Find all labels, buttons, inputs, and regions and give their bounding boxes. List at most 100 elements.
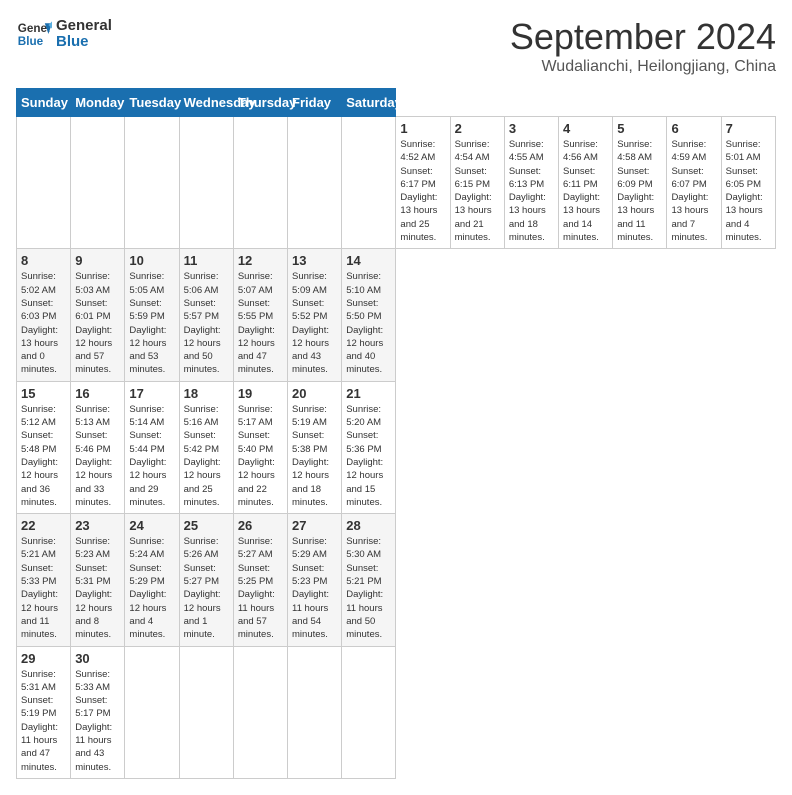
day-info: Sunrise: 5:33 AM Sunset: 5:17 PM Dayligh… [75, 668, 120, 774]
day-info: Sunrise: 5:23 AM Sunset: 5:31 PM Dayligh… [75, 535, 120, 641]
day-number: 25 [184, 518, 229, 533]
day-number: 7 [726, 121, 771, 136]
calendar-cell [342, 646, 396, 778]
calendar-cell: 11 Sunrise: 5:06 AM Sunset: 5:57 PM Dayli… [179, 249, 233, 381]
day-number: 27 [292, 518, 337, 533]
calendar-cell: 5 Sunrise: 4:58 AM Sunset: 6:09 PM Daylig… [613, 117, 667, 249]
day-info: Sunrise: 5:31 AM Sunset: 5:19 PM Dayligh… [21, 668, 66, 774]
calendar-cell: 23Sunrise: 5:23 AM Sunset: 5:31 PM Dayli… [71, 514, 125, 646]
day-info: Sunrise: 5:03 AM Sunset: 6:01 PM Dayligh… [75, 270, 120, 376]
day-number: 6 [671, 121, 716, 136]
day-info: Sunrise: 4:56 AM Sunset: 6:11 PM Dayligh… [563, 138, 608, 244]
calendar-cell: 3 Sunrise: 4:55 AM Sunset: 6:13 PM Daylig… [504, 117, 558, 249]
day-info: Sunrise: 5:14 AM Sunset: 5:44 PM Dayligh… [129, 403, 174, 509]
calendar-cell: 16 Sunrise: 5:13 AM Sunset: 5:46 PM Dayli… [71, 381, 125, 513]
calendar-cell: 1 Sunrise: 4:52 AM Sunset: 6:17 PM Daylig… [396, 117, 450, 249]
day-number: 13 [292, 253, 337, 268]
day-number: 11 [184, 253, 229, 268]
day-info: Sunrise: 5:05 AM Sunset: 5:59 PM Dayligh… [129, 270, 174, 376]
day-number: 5 [617, 121, 662, 136]
calendar-cell: 26 Sunrise: 5:27 AM Sunset: 5:25 PM Dayli… [233, 514, 287, 646]
calendar-cell: 15Sunrise: 5:12 AM Sunset: 5:48 PM Dayli… [17, 381, 71, 513]
calendar-cell: 27Sunrise: 5:29 AM Sunset: 5:23 PM Dayli… [288, 514, 342, 646]
day-info: Sunrise: 4:55 AM Sunset: 6:13 PM Dayligh… [509, 138, 554, 244]
day-info: Sunrise: 5:06 AM Sunset: 5:57 PM Dayligh… [184, 270, 229, 376]
day-number: 29 [21, 651, 66, 666]
day-info: Sunrise: 5:07 AM Sunset: 5:55 PM Dayligh… [238, 270, 283, 376]
day-info: Sunrise: 5:24 AM Sunset: 5:29 PM Dayligh… [129, 535, 174, 641]
day-number: 3 [509, 121, 554, 136]
day-info: Sunrise: 5:12 AM Sunset: 5:48 PM Dayligh… [21, 403, 66, 509]
day-number: 10 [129, 253, 174, 268]
calendar-cell: 25Sunrise: 5:26 AM Sunset: 5:27 PM Dayli… [179, 514, 233, 646]
col-saturday: Saturday [342, 89, 396, 117]
day-info: Sunrise: 5:01 AM Sunset: 6:05 PM Dayligh… [726, 138, 771, 244]
month-title: September 2024 [510, 16, 776, 58]
calendar-cell [179, 646, 233, 778]
calendar-cell: 6 Sunrise: 4:59 AM Sunset: 6:07 PM Daylig… [667, 117, 721, 249]
day-info: Sunrise: 5:19 AM Sunset: 5:38 PM Dayligh… [292, 403, 337, 509]
day-info: Sunrise: 4:52 AM Sunset: 6:17 PM Dayligh… [400, 138, 445, 244]
calendar-cell: 22Sunrise: 5:21 AM Sunset: 5:33 PM Dayli… [17, 514, 71, 646]
day-info: Sunrise: 5:09 AM Sunset: 5:52 PM Dayligh… [292, 270, 337, 376]
calendar-week-4: 22Sunrise: 5:21 AM Sunset: 5:33 PM Dayli… [17, 514, 776, 646]
col-thursday: Thursday [233, 89, 287, 117]
svg-text:Blue: Blue [18, 35, 44, 48]
calendar-cell: 28Sunrise: 5:30 AM Sunset: 5:21 PM Dayli… [342, 514, 396, 646]
calendar-cell [17, 117, 71, 249]
calendar-cell: 7 Sunrise: 5:01 AM Sunset: 6:05 PM Daylig… [721, 117, 775, 249]
calendar-cell: 10 Sunrise: 5:05 AM Sunset: 5:59 PM Dayli… [125, 249, 179, 381]
calendar-cell [342, 117, 396, 249]
calendar-cell [288, 646, 342, 778]
day-number: 19 [238, 386, 283, 401]
calendar-week-2: 8Sunrise: 5:02 AM Sunset: 6:03 PM Daylig… [17, 249, 776, 381]
title-block: September 2024 Wudalianchi, Heilongjiang… [510, 16, 776, 76]
calendar-table: Sunday Monday Tuesday Wednesday Thursday… [16, 88, 776, 779]
day-number: 30 [75, 651, 120, 666]
day-info: Sunrise: 4:54 AM Sunset: 6:15 PM Dayligh… [455, 138, 500, 244]
calendar-cell: 29 Sunrise: 5:31 AM Sunset: 5:19 PM Dayli… [17, 646, 71, 778]
calendar-cell: 2Sunrise: 4:54 AM Sunset: 6:15 PM Daylig… [450, 117, 504, 249]
calendar-cell: 20 Sunrise: 5:19 AM Sunset: 5:38 PM Dayli… [288, 381, 342, 513]
day-number: 26 [238, 518, 283, 533]
page-header: General Blue General Blue September 2024… [16, 16, 776, 76]
calendar-cell [233, 646, 287, 778]
day-number: 20 [292, 386, 337, 401]
day-info: Sunrise: 5:17 AM Sunset: 5:40 PM Dayligh… [238, 403, 283, 509]
day-info: Sunrise: 5:20 AM Sunset: 5:36 PM Dayligh… [346, 403, 391, 509]
day-number: 16 [75, 386, 120, 401]
day-number: 9 [75, 253, 120, 268]
col-friday: Friday [288, 89, 342, 117]
calendar-cell [125, 646, 179, 778]
col-wednesday: Wednesday [179, 89, 233, 117]
day-number: 24 [129, 518, 174, 533]
day-number: 14 [346, 253, 391, 268]
day-info: Sunrise: 5:27 AM Sunset: 5:25 PM Dayligh… [238, 535, 283, 641]
day-info: Sunrise: 4:58 AM Sunset: 6:09 PM Dayligh… [617, 138, 662, 244]
calendar-cell: 17 Sunrise: 5:14 AM Sunset: 5:44 PM Dayli… [125, 381, 179, 513]
calendar-cell: 24 Sunrise: 5:24 AM Sunset: 5:29 PM Dayli… [125, 514, 179, 646]
col-sunday: Sunday [17, 89, 71, 117]
calendar-cell: 21Sunrise: 5:20 AM Sunset: 5:36 PM Dayli… [342, 381, 396, 513]
day-info: Sunrise: 5:10 AM Sunset: 5:50 PM Dayligh… [346, 270, 391, 376]
calendar-cell [71, 117, 125, 249]
day-number: 4 [563, 121, 608, 136]
logo: General Blue General Blue [16, 16, 112, 52]
calendar-cell: 12 Sunrise: 5:07 AM Sunset: 5:55 PM Dayli… [233, 249, 287, 381]
calendar-cell: 18Sunrise: 5:16 AM Sunset: 5:42 PM Dayli… [179, 381, 233, 513]
day-info: Sunrise: 5:13 AM Sunset: 5:46 PM Dayligh… [75, 403, 120, 509]
calendar-cell [179, 117, 233, 249]
calendar-cell: 4 Sunrise: 4:56 AM Sunset: 6:11 PM Daylig… [559, 117, 613, 249]
day-info: Sunrise: 4:59 AM Sunset: 6:07 PM Dayligh… [671, 138, 716, 244]
day-number: 18 [184, 386, 229, 401]
logo-line2: Blue [56, 34, 112, 51]
day-info: Sunrise: 5:21 AM Sunset: 5:33 PM Dayligh… [21, 535, 66, 641]
calendar-cell [233, 117, 287, 249]
day-number: 17 [129, 386, 174, 401]
calendar-cell: 13 Sunrise: 5:09 AM Sunset: 5:52 PM Dayli… [288, 249, 342, 381]
day-number: 12 [238, 253, 283, 268]
calendar-week-3: 15Sunrise: 5:12 AM Sunset: 5:48 PM Dayli… [17, 381, 776, 513]
calendar-cell: 9 Sunrise: 5:03 AM Sunset: 6:01 PM Daylig… [71, 249, 125, 381]
calendar-cell: 14 Sunrise: 5:10 AM Sunset: 5:50 PM Dayli… [342, 249, 396, 381]
day-number: 1 [400, 121, 445, 136]
